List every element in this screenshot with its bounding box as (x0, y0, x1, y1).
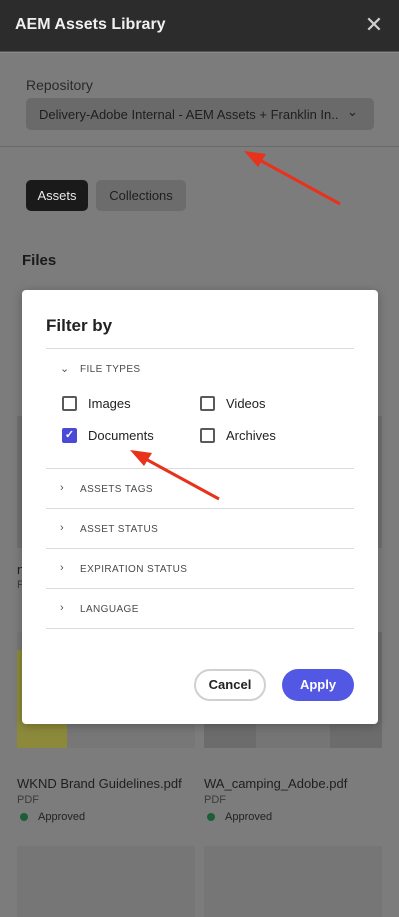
section-assets-tags[interactable]: › ASSETS TAGS (46, 470, 354, 510)
filter-title: Filter by (46, 316, 113, 335)
asset-name[interactable]: WKND Brand Guidelines.pdf (17, 776, 182, 791)
repository-select[interactable]: Delivery-Adobe Internal - AEM Assets + F… (26, 98, 374, 130)
asset-name[interactable]: WA_camping_Adobe.pdf (204, 776, 347, 791)
section-label: ASSETS TAGS (80, 484, 153, 495)
checkbox-label: Archives (226, 428, 276, 443)
section-label: ASSET STATUS (80, 524, 159, 535)
chevron-down-icon: ⌄ (60, 363, 70, 375)
checkbox-videos[interactable] (200, 396, 215, 411)
tab-assets[interactable]: Assets (26, 180, 88, 211)
status-badge: Approved (207, 811, 272, 823)
checkbox-documents[interactable]: ✓ (62, 428, 77, 443)
repository-label: Repository (26, 77, 93, 93)
checkbox-label: Images (88, 396, 131, 411)
asset-thumbnail[interactable] (17, 846, 195, 917)
checkbox-label: Videos (226, 396, 266, 411)
files-heading: Files (22, 252, 57, 269)
chevron-right-icon: › (60, 602, 64, 614)
chevron-right-icon: › (60, 562, 64, 574)
divider (46, 548, 354, 549)
divider (46, 588, 354, 589)
section-expiration-status[interactable]: › EXPIRATION STATUS (46, 550, 354, 590)
asset-thumbnail[interactable] (204, 846, 382, 917)
section-label: FILE TYPES (80, 364, 141, 375)
status-dot-icon (207, 813, 215, 822)
section-file-types[interactable]: ⌄ FILE TYPES (46, 350, 354, 390)
checkbox-archives[interactable] (200, 428, 215, 443)
filter-dialog: Filter by ⌄ FILE TYPES Images Videos ✓ D… (22, 290, 378, 724)
asset-type: PDF (204, 794, 226, 806)
status-text: Approved (38, 811, 86, 823)
tab-collections[interactable]: Collections (96, 180, 186, 211)
apply-button[interactable]: Apply (282, 669, 354, 701)
status-text: Approved (225, 811, 273, 823)
repository-value: Delivery-Adobe Internal - AEM Assets + F… (39, 107, 339, 122)
divider (0, 146, 399, 147)
divider (46, 508, 354, 509)
chevron-right-icon: › (60, 482, 64, 494)
checkbox-label: Documents (88, 428, 154, 443)
divider (46, 348, 354, 349)
status-badge: Approved (20, 811, 85, 823)
title-bar: AEM Assets Library ✕ (0, 0, 399, 52)
chevron-down-icon: ⌄ (347, 104, 358, 119)
asset-type: PDF (17, 794, 39, 806)
window-title: AEM Assets Library (15, 16, 166, 33)
chevron-right-icon: › (60, 522, 64, 534)
section-label: LANGUAGE (80, 604, 139, 615)
cancel-button[interactable]: Cancel (194, 669, 266, 701)
status-dot-icon (20, 813, 28, 822)
section-label: EXPIRATION STATUS (80, 564, 188, 575)
checkbox-images[interactable] (62, 396, 77, 411)
section-asset-status[interactable]: › ASSET STATUS (46, 510, 354, 550)
close-icon[interactable]: ✕ (362, 13, 386, 37)
section-language[interactable]: › LANGUAGE (46, 590, 354, 630)
divider (46, 468, 354, 469)
divider (46, 628, 354, 629)
